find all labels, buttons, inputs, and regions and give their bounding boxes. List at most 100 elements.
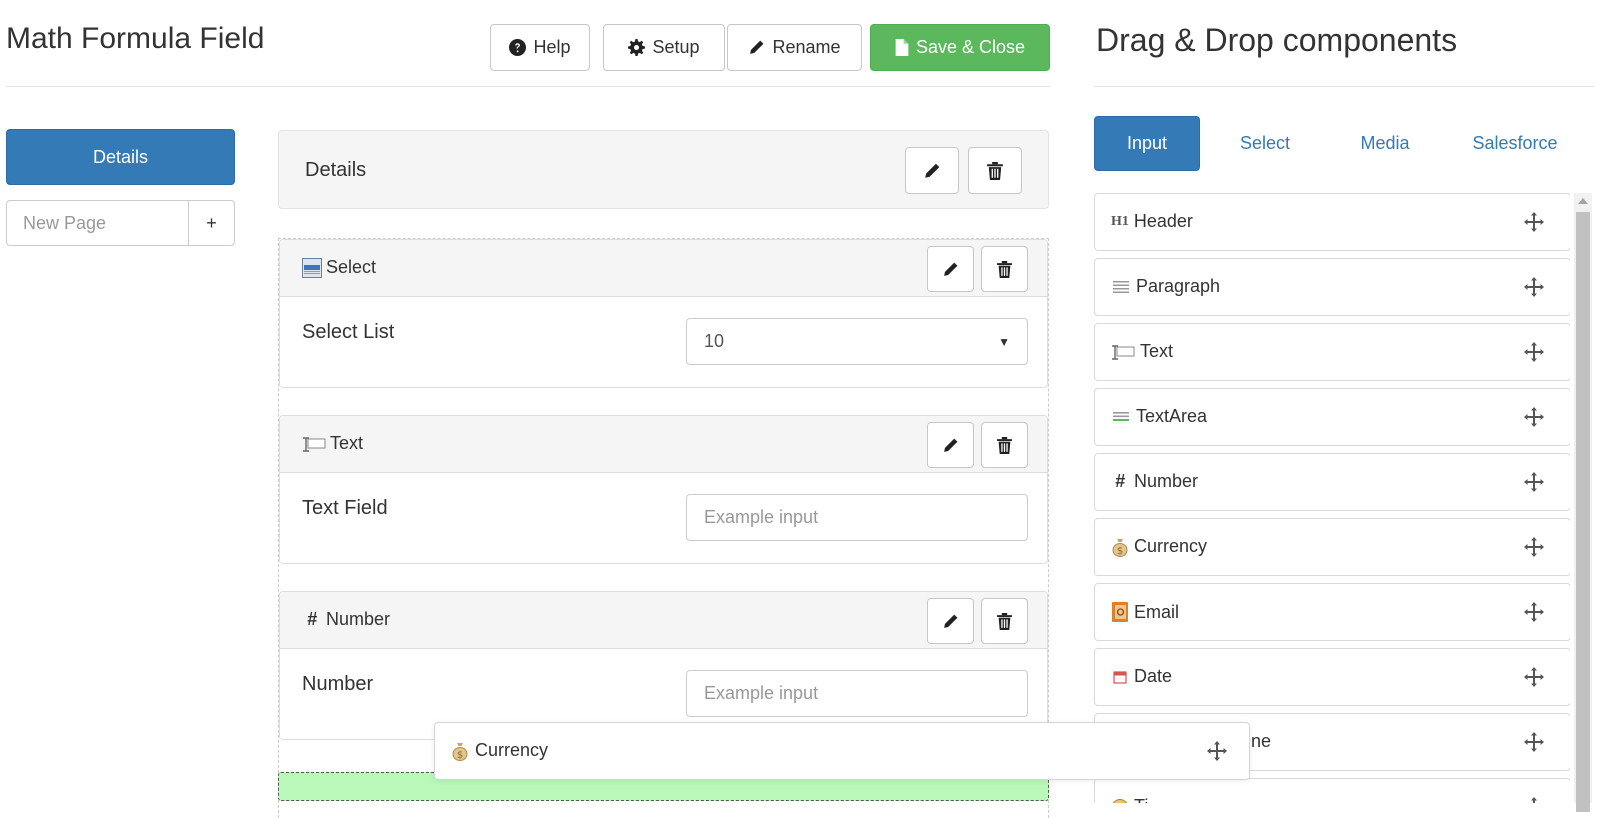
svg-text:$: $: [457, 750, 463, 761]
rename-button[interactable]: Rename: [727, 24, 862, 71]
move-icon: [1524, 537, 1544, 557]
new-page-input[interactable]: [6, 200, 188, 246]
field-header: Select: [280, 240, 1047, 297]
calendar-icon: [1113, 671, 1127, 683]
trash-icon: [997, 260, 1012, 278]
hash-icon: #: [1114, 471, 1125, 491]
component-label: Currency: [1134, 536, 1208, 556]
edit-page-button[interactable]: [905, 147, 959, 194]
form-field-number[interactable]: # Number Number: [279, 591, 1048, 740]
delete-page-button[interactable]: [968, 147, 1022, 194]
form-field-text[interactable]: Text Text Field: [279, 415, 1048, 564]
tab-media[interactable]: Media: [1335, 116, 1435, 171]
component-textarea[interactable]: TextArea: [1094, 388, 1570, 446]
component-label: ne: [1251, 731, 1272, 751]
move-icon: [1524, 277, 1544, 297]
component-number[interactable]: # Number: [1094, 453, 1570, 511]
field-header: Text: [280, 416, 1047, 473]
move-icon: [1524, 212, 1544, 232]
field-type-label: Number: [326, 609, 391, 629]
caret-down-icon: ▼: [998, 334, 1010, 349]
setup-button-label: Setup: [652, 37, 700, 57]
move-icon: [1524, 732, 1544, 752]
field-type-label: Select: [326, 257, 377, 277]
component-time[interactable]: Ti: [1094, 778, 1570, 803]
text-field-icon: [1112, 344, 1135, 360]
form-field-select[interactable]: Select Select List 10 ▼: [279, 239, 1048, 388]
component-label: Text: [1140, 341, 1174, 361]
components-panel-title: Drag & Drop components: [1096, 22, 1458, 58]
component-email[interactable]: Email: [1094, 583, 1570, 641]
component-label: Email: [1134, 601, 1180, 622]
edit-field-button[interactable]: [927, 598, 974, 644]
pencil-icon: [944, 262, 958, 276]
setup-button[interactable]: Setup: [603, 24, 725, 71]
move-icon: [1524, 342, 1544, 362]
clock-icon: [1112, 798, 1128, 803]
delete-field-button[interactable]: [981, 422, 1028, 468]
component-label: Date: [1134, 666, 1173, 686]
component-header[interactable]: H1 Header: [1094, 193, 1570, 251]
help-button[interactable]: Help: [490, 24, 590, 71]
page-title: Math Formula Field: [6, 22, 265, 55]
tab-input[interactable]: Input: [1094, 116, 1200, 171]
field-label: Number: [302, 673, 374, 695]
move-icon: [1524, 472, 1544, 492]
address-book-icon: [1112, 602, 1128, 622]
component-paragraph[interactable]: Paragraph: [1094, 258, 1570, 316]
field-label: Select List: [302, 321, 395, 343]
component-date[interactable]: Date: [1094, 648, 1570, 706]
edit-field-button[interactable]: [927, 246, 974, 292]
field-label: Text Field: [302, 497, 388, 519]
component-text[interactable]: Text: [1094, 323, 1570, 381]
component-label: Paragraph: [1136, 276, 1221, 296]
field-header: # Number: [280, 592, 1047, 649]
tab-select[interactable]: Select: [1215, 116, 1315, 171]
page-header-panel: Details: [278, 130, 1049, 209]
pencil-icon: [944, 614, 958, 628]
trash-icon: [987, 161, 1003, 180]
paragraph-icon: [1113, 280, 1129, 293]
question-circle-icon: [509, 39, 527, 56]
component-label: Ti: [1134, 796, 1148, 803]
save-close-button[interactable]: Save & Close: [870, 24, 1050, 71]
page-tab-details[interactable]: Details: [6, 129, 235, 185]
component-label: Number: [1134, 471, 1199, 491]
help-button-label: Help: [533, 37, 571, 57]
dragging-component-currency[interactable]: $ Currency: [434, 722, 1250, 780]
page-header-title: Details: [305, 159, 367, 181]
scroll-up-arrow-icon[interactable]: [1578, 198, 1588, 204]
money-bag-icon: $: [1112, 538, 1128, 557]
file-icon: [895, 39, 909, 56]
delete-field-button[interactable]: [981, 598, 1028, 644]
gear-icon: [628, 39, 646, 56]
delete-field-button[interactable]: [981, 246, 1028, 292]
text-field-icon: [303, 436, 326, 452]
move-icon: [1524, 407, 1544, 427]
select-list-dropdown[interactable]: 10 ▼: [686, 318, 1028, 365]
add-page-button[interactable]: +: [188, 200, 235, 246]
components-divider: [1094, 86, 1594, 87]
move-icon: [1207, 741, 1227, 761]
field-type-label: Text: [330, 433, 364, 453]
tab-salesforce[interactable]: Salesforce: [1450, 116, 1580, 171]
move-icon: [1524, 667, 1544, 687]
save-close-button-label: Save & Close: [915, 37, 1026, 57]
move-icon: [1531, 797, 1537, 803]
scrollbar-thumb[interactable]: [1576, 212, 1590, 812]
money-bag-icon: $: [452, 742, 468, 761]
svg-text:$: $: [1117, 546, 1123, 557]
pencil-icon: [944, 438, 958, 452]
number-field-input[interactable]: [686, 670, 1028, 717]
new-page-group: +: [6, 200, 235, 246]
pencil-icon: [925, 163, 940, 178]
dragging-label: Currency: [475, 740, 549, 760]
hash-icon: #: [306, 609, 317, 629]
trash-icon: [997, 612, 1012, 630]
component-currency[interactable]: $ Currency: [1094, 518, 1570, 576]
text-field-input[interactable]: [686, 494, 1028, 541]
component-label: TextArea: [1136, 406, 1208, 426]
components-list: H1 Header Paragraph Text TextArea # Numb…: [1094, 193, 1570, 803]
h1-icon: H1: [1111, 213, 1129, 229]
edit-field-button[interactable]: [927, 422, 974, 468]
